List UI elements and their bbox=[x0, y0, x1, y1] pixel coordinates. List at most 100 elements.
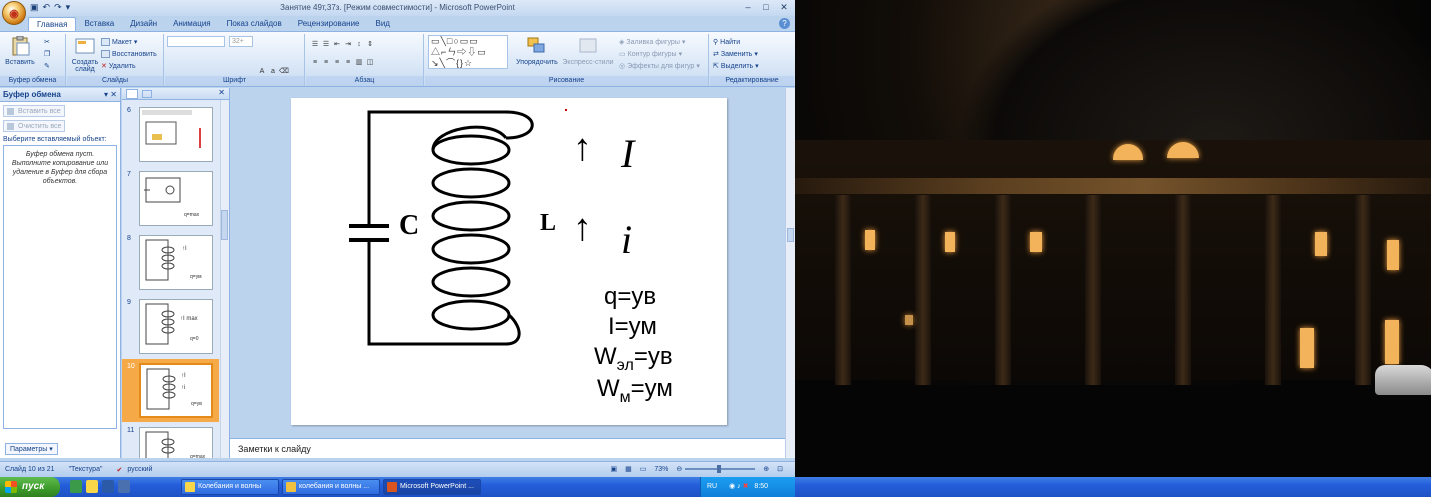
taskbar-item-folder[interactable]: Колебания и волны bbox=[181, 479, 279, 495]
folder-icon[interactable] bbox=[86, 480, 98, 493]
text-direction-icon[interactable]: ⇕ bbox=[365, 40, 375, 50]
restore-button[interactable]: Восстановить bbox=[101, 50, 157, 58]
increase-indent-icon[interactable]: ⇥ bbox=[343, 40, 353, 50]
justify-icon[interactable]: ≡ bbox=[343, 58, 353, 68]
svg-text:q=ум: q=ум bbox=[190, 274, 202, 280]
spellcheck-icon[interactable]: ✔ bbox=[116, 466, 122, 474]
find-button[interactable]: ⚲ Найти bbox=[713, 38, 740, 47]
bullets-icon[interactable]: ☰ bbox=[310, 40, 320, 50]
layout-button[interactable]: Макет ▾ bbox=[101, 38, 137, 46]
current-slide[interactable]: C L ↑ I ↑ i q=ув I=ум Wэл=ув Wм=ум bbox=[291, 98, 727, 425]
minimize-button[interactable]: – bbox=[740, 1, 756, 14]
taskbar-item-document[interactable]: колебания и волны ... bbox=[282, 479, 380, 495]
shape-fill-button[interactable]: ◈ Заливка фигуры ▾ bbox=[619, 38, 685, 47]
language-indicator[interactable]: русский bbox=[127, 466, 152, 473]
slides-pane-scroll-thumb[interactable] bbox=[221, 210, 228, 240]
slideshow-view-icon[interactable]: ▭ bbox=[640, 465, 647, 473]
taskbar-item-powerpoint[interactable]: Microsoft PowerPoint ... bbox=[383, 479, 481, 495]
shrink-font-icon[interactable]: a bbox=[268, 67, 278, 77]
slide-thumbnail-11[interactable]: 11 q=max bbox=[122, 427, 220, 458]
start-button[interactable]: пуск bbox=[0, 477, 60, 497]
lit-window bbox=[865, 230, 875, 250]
slides-tab[interactable] bbox=[126, 89, 138, 99]
sorter-view-icon[interactable]: ▦ bbox=[625, 465, 632, 473]
tab-design[interactable]: Дизайн bbox=[122, 17, 165, 31]
notes-pane[interactable]: Заметки к слайду bbox=[230, 438, 785, 458]
slide-thumbnail-7[interactable]: 7 q=max bbox=[122, 171, 220, 231]
slide-thumbnail-9[interactable]: 9 ↑I max q=0 bbox=[122, 299, 220, 359]
restore-icon bbox=[101, 50, 110, 58]
grow-font-icon[interactable]: A bbox=[257, 67, 267, 77]
shape-effects-button[interactable]: ◎ Эффекты для фигур ▾ bbox=[619, 62, 700, 71]
close-button[interactable]: ✕ bbox=[776, 1, 792, 14]
vertical-scroll-thumb[interactable] bbox=[787, 228, 794, 242]
numbering-icon[interactable]: ☰ bbox=[321, 40, 331, 50]
quick-styles-button[interactable]: Экспресс-стили bbox=[561, 36, 615, 66]
tab-review[interactable]: Рецензирование bbox=[290, 17, 368, 31]
tab-insert[interactable]: Вставка bbox=[76, 17, 122, 31]
slide-thumbnail-10[interactable]: 10 ↑I ↑i q=ув bbox=[122, 359, 220, 423]
delete-slide-button[interactable]: ✕ Удалить bbox=[101, 62, 136, 71]
tab-view[interactable]: Вид bbox=[368, 17, 398, 31]
smartart-icon[interactable]: ◫ bbox=[365, 58, 375, 68]
zoom-slider-knob[interactable] bbox=[717, 465, 722, 473]
pane-close-icon[interactable]: ▾ ✕ bbox=[104, 88, 117, 102]
outline-tab[interactable] bbox=[142, 90, 152, 98]
clear-all-button[interactable]: Очистить все bbox=[3, 120, 65, 132]
volume-icon[interactable]: ♪ bbox=[737, 483, 741, 490]
column bbox=[835, 195, 851, 385]
shapes-gallery[interactable]: ▭╲□○▭▭ △⌐ㄣ⇨⇩▭ ↘╲⌒{}☆ bbox=[428, 35, 508, 69]
parameters-button[interactable]: Параметры ▾ bbox=[5, 443, 58, 455]
vertical-scrollbar[interactable] bbox=[785, 88, 795, 458]
shape-outline-button[interactable]: ▭ Контур фигуры ▾ bbox=[619, 50, 682, 59]
new-slide-button[interactable]: Создать слайд bbox=[69, 36, 101, 73]
paste-button[interactable]: Вставить bbox=[4, 35, 36, 66]
slide-thumbnail-8[interactable]: 8 ↑I q=ум bbox=[122, 235, 220, 295]
slide-thumbnail-6[interactable]: 6 bbox=[122, 107, 220, 167]
network-icon[interactable]: ◉ bbox=[729, 483, 735, 490]
tab-animation[interactable]: Анимация bbox=[165, 17, 219, 31]
align-right-icon[interactable]: ≡ bbox=[332, 58, 342, 68]
clipboard-items-list[interactable]: Буфер обмена пуст. Выполните копирование… bbox=[3, 145, 117, 429]
line-spacing-icon[interactable]: ↕ bbox=[354, 40, 364, 50]
fit-slide-icon[interactable]: ⊡ bbox=[777, 465, 783, 473]
replace-button[interactable]: ⇄ Заменить ▾ bbox=[713, 50, 758, 59]
slides-pane-scrollbar[interactable] bbox=[220, 100, 229, 458]
slides-pane: ✕ 6 7 q=max 8 ↑I q=ум 9 ↑I max q=0 10 ↑I… bbox=[122, 88, 230, 458]
clear-format-icon[interactable]: ⌫ bbox=[279, 67, 289, 77]
zoom-out-icon[interactable]: ⊖ bbox=[676, 465, 682, 473]
zoom-in-icon[interactable]: ⊕ bbox=[763, 465, 769, 473]
paste-all-button[interactable]: Вставить все bbox=[3, 105, 65, 117]
copy-button[interactable]: ❐ bbox=[44, 50, 50, 58]
thumbnail-circuit-icon: ↑I max q=0 bbox=[145, 303, 199, 345]
help-icon[interactable]: ? bbox=[779, 18, 790, 29]
cut-button[interactable]: ✂ bbox=[44, 38, 50, 46]
zoom-level[interactable]: 73% bbox=[654, 466, 668, 473]
select-button[interactable]: ⇱ Выделить ▾ bbox=[713, 62, 759, 71]
input-language[interactable]: RU bbox=[707, 483, 717, 490]
decrease-indent-icon[interactable]: ⇤ bbox=[332, 40, 342, 50]
align-center-icon[interactable]: ≡ bbox=[321, 58, 331, 68]
align-left-icon[interactable]: ≡ bbox=[310, 58, 320, 68]
paragraph-group-title: Абзац bbox=[306, 76, 423, 86]
word-icon[interactable] bbox=[102, 480, 114, 493]
format-painter-button[interactable]: ✎ bbox=[44, 62, 50, 70]
arrange-button[interactable]: Упорядочить bbox=[515, 36, 559, 66]
security-icon[interactable]: ✖ bbox=[743, 483, 749, 490]
chevron-down-icon: ▾ bbox=[754, 51, 758, 58]
columns-icon[interactable]: ▥ bbox=[354, 58, 364, 68]
zoom-slider[interactable] bbox=[685, 465, 756, 473]
maximize-button[interactable]: □ bbox=[758, 1, 774, 14]
tab-slideshow[interactable]: Показ слайдов bbox=[219, 17, 290, 31]
powerpoint-window: ▣ ↶ ↷ ▾ Занятие 49т,37з. [Режим совмести… bbox=[0, 0, 795, 477]
delete-icon: ✕ bbox=[101, 63, 107, 70]
browser-icon[interactable] bbox=[70, 480, 82, 493]
font-size-input[interactable]: 32+ bbox=[229, 36, 253, 47]
clock[interactable]: 8:50 bbox=[754, 483, 768, 490]
tab-home[interactable]: Главная bbox=[28, 17, 77, 31]
normal-view-icon[interactable]: ▣ bbox=[610, 465, 617, 473]
slides-pane-close-icon[interactable]: ✕ bbox=[218, 88, 225, 97]
desktop-icon[interactable] bbox=[118, 480, 130, 493]
office-button[interactable]: ◉ bbox=[2, 1, 26, 25]
font-name-input[interactable] bbox=[167, 36, 225, 47]
